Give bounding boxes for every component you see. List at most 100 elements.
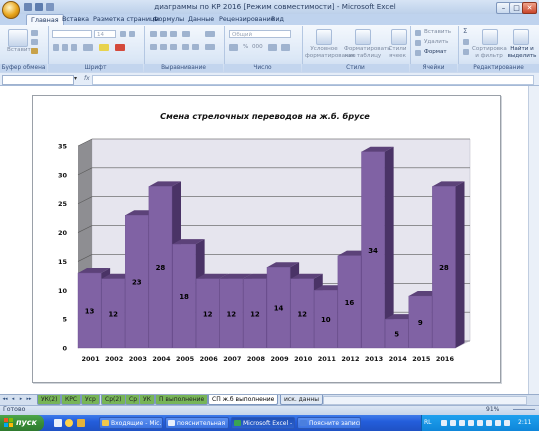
tray-icon-5[interactable] — [477, 420, 483, 426]
tray-icon-7[interactable] — [495, 420, 501, 426]
align-right-icon[interactable] — [170, 44, 177, 50]
volume-icon[interactable] — [504, 420, 510, 426]
italic-icon[interactable] — [62, 44, 68, 51]
borders-icon[interactable] — [83, 44, 93, 51]
sort-filter-icon[interactable] — [482, 29, 498, 45]
number-format-combo[interactable]: Общий — [229, 30, 291, 38]
last-sheet-button[interactable]: ▸▸ — [26, 396, 32, 403]
increase-decimal-icon[interactable] — [268, 44, 277, 51]
x-tick-label: 2006 — [200, 355, 219, 363]
formula-input[interactable] — [92, 75, 534, 85]
thousands-button[interactable]: 000 — [252, 44, 263, 51]
sheet-tab-p-vypolnenie[interactable]: П выполнение — [155, 395, 209, 405]
font-color-icon[interactable] — [115, 44, 125, 51]
format-as-table-icon[interactable] — [355, 29, 371, 45]
percent-button[interactable]: % — [243, 44, 248, 51]
bold-icon[interactable] — [53, 44, 59, 51]
sort-filter-label[interactable]: Сортировка и фильтр — [472, 46, 507, 60]
language-indicator[interactable]: RL — [424, 419, 432, 426]
insert-cells-icon[interactable] — [415, 30, 421, 36]
name-box-dropdown-icon[interactable]: ▾ — [72, 75, 79, 83]
vertical-scrollbar[interactable] — [528, 86, 539, 394]
cut-icon[interactable] — [31, 30, 38, 36]
delete-cells-icon[interactable] — [415, 40, 421, 46]
sheet-tab-sp-zhb-active[interactable]: СП ж.б выполнение — [208, 395, 279, 405]
tray-icon-6[interactable] — [486, 420, 492, 426]
align-top-icon[interactable] — [150, 31, 157, 37]
quick-launch-desktop-icon[interactable] — [54, 419, 62, 427]
format-as-table-label[interactable]: Форматировать как таблицу — [344, 46, 391, 60]
format-cells-label[interactable]: Формат — [424, 49, 447, 56]
zoom-level[interactable]: 91% — [486, 406, 499, 414]
wrap-text-icon[interactable] — [205, 31, 215, 37]
sheet-tab-uk2[interactable]: УК(2) — [37, 395, 62, 405]
increase-indent-icon[interactable] — [192, 44, 199, 50]
orientation-icon[interactable] — [182, 31, 190, 37]
tab-insert[interactable]: Вставка — [62, 14, 89, 25]
start-label[interactable]: пуск — [16, 415, 37, 431]
first-sheet-button[interactable]: ◂◂ — [2, 396, 8, 403]
cell-styles-icon[interactable] — [391, 29, 407, 45]
tray-icon-2[interactable] — [450, 420, 456, 426]
clear-icon[interactable] — [463, 49, 469, 55]
font-name-combo[interactable] — [52, 30, 92, 38]
status-text: Готово — [3, 406, 26, 413]
tab-formulas[interactable]: Формулы — [153, 14, 184, 25]
conditional-format-icon[interactable] — [316, 29, 332, 45]
save-icon[interactable] — [24, 3, 32, 11]
grow-font-icon[interactable] — [120, 31, 126, 37]
tray-icon-3[interactable] — [459, 420, 465, 426]
align-center-icon[interactable] — [160, 44, 167, 50]
sheet-tab-usr[interactable]: Уср — [81, 395, 100, 405]
sheet-tab-isk-dannye[interactable]: иск. данны — [280, 395, 324, 405]
find-select-label[interactable]: Найти и выделить — [507, 46, 537, 60]
decrease-indent-icon[interactable] — [182, 44, 189, 50]
redo-icon[interactable] — [46, 3, 54, 11]
next-sheet-button[interactable]: ▸ — [18, 396, 24, 403]
close-button[interactable]: ✕ — [522, 2, 537, 14]
sheet-tab-sr2[interactable]: Ср(2) — [101, 395, 126, 405]
align-middle-icon[interactable] — [160, 31, 167, 37]
prev-sheet-button[interactable]: ◂ — [10, 396, 16, 403]
office-button-icon[interactable] — [2, 1, 20, 19]
sheet-tab-krs[interactable]: КРС — [61, 395, 82, 405]
tray-icon-4[interactable] — [468, 420, 474, 426]
decrease-decimal-icon[interactable] — [281, 44, 290, 51]
quick-launch-ie-icon[interactable] — [65, 419, 73, 427]
name-box[interactable] — [2, 75, 74, 85]
sheet-tab-uk[interactable]: УК — [139, 395, 155, 405]
currency-icon[interactable] — [229, 44, 238, 51]
insert-function-icon[interactable]: fx — [84, 75, 90, 83]
tray-icon-1[interactable] — [441, 420, 447, 426]
shrink-font-icon[interactable] — [129, 31, 135, 37]
format-painter-icon[interactable] — [31, 48, 38, 54]
merge-center-icon[interactable] — [205, 44, 215, 50]
quick-launch-folder-icon[interactable] — [77, 419, 85, 427]
insert-cells-label[interactable]: Вставить — [424, 29, 451, 36]
undo-icon[interactable] — [35, 3, 43, 11]
align-bottom-icon[interactable] — [170, 31, 177, 37]
delete-cells-label[interactable]: Удалить — [424, 39, 448, 46]
bar-chart[interactable]: Смена стрелочных переводов на ж.б. брусе… — [33, 96, 498, 380]
x-tick-label: 2011 — [318, 355, 337, 363]
conditional-format-label[interactable]: Условное форматирование — [305, 46, 356, 60]
horizontal-scrollbar[interactable] — [323, 396, 527, 405]
tab-page-layout[interactable]: Разметка страницы — [93, 14, 159, 25]
fill-down-icon[interactable] — [463, 39, 469, 45]
font-size-combo[interactable]: 14 — [94, 30, 116, 38]
format-cells-icon[interactable] — [415, 50, 421, 56]
align-left-icon[interactable] — [150, 44, 157, 50]
x-tick-label: 2008 — [247, 355, 266, 363]
copy-icon[interactable] — [31, 39, 38, 45]
tab-review[interactable]: Рецензирование — [219, 14, 275, 25]
underline-icon[interactable] — [71, 44, 77, 51]
autosum-icon[interactable]: Σ — [463, 28, 467, 35]
tab-data[interactable]: Данные — [188, 14, 214, 25]
zoom-slider[interactable] — [513, 409, 535, 410]
cell-styles-label[interactable]: Стили ячеек — [386, 46, 409, 60]
find-select-icon[interactable] — [513, 29, 529, 45]
paste-icon[interactable] — [8, 29, 28, 47]
fill-color-icon[interactable] — [99, 44, 109, 51]
y-tick-label: 10 — [58, 287, 68, 295]
tab-view[interactable]: Вид — [271, 14, 284, 25]
